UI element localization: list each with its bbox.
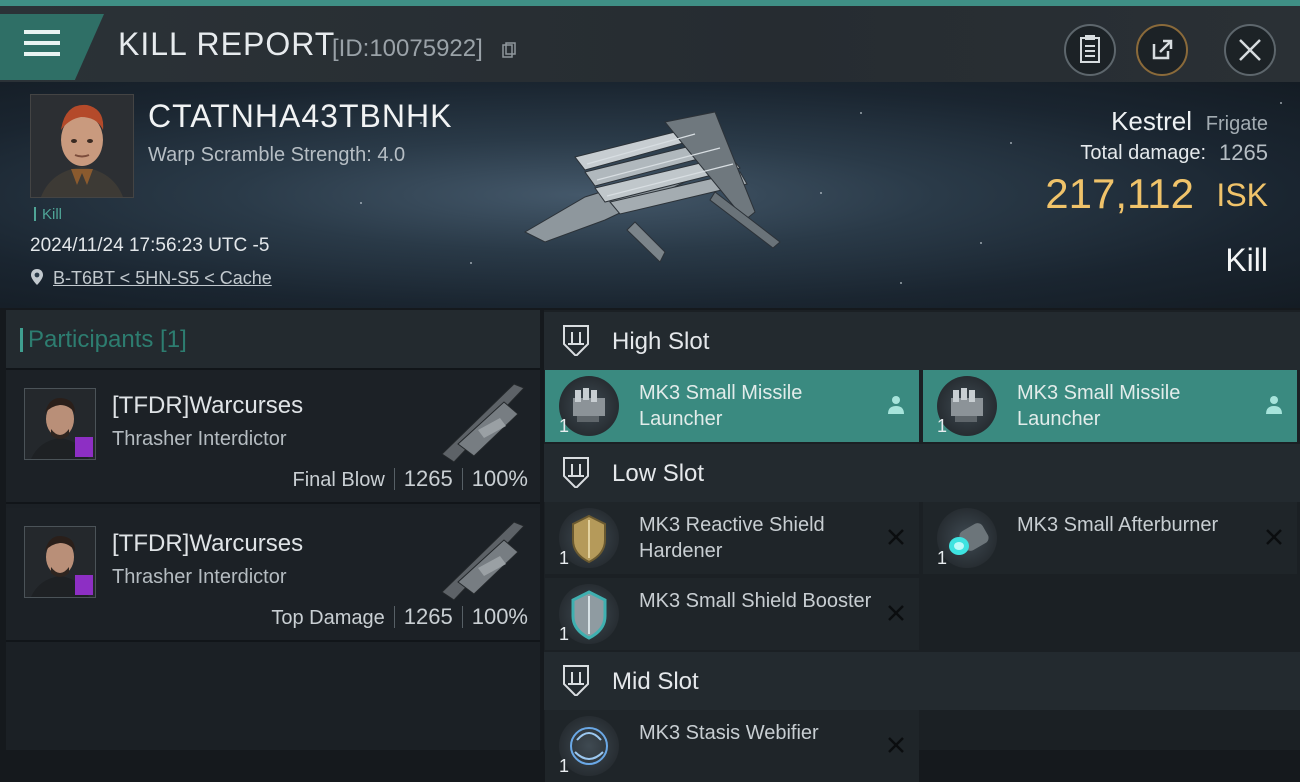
fitting-panel: High Slot 1 MK3 Small Missile Launcher 1…: [544, 310, 1300, 782]
corp-badge-icon: [75, 575, 93, 595]
menu-button[interactable]: [0, 14, 104, 80]
pilot-avatar-icon: [31, 95, 133, 197]
participant-stats: Final Blow 1265 100%: [293, 466, 529, 492]
close-button[interactable]: [1224, 24, 1276, 76]
participant-ship: Thrasher Interdictor: [112, 566, 287, 588]
participant-percent: 100%: [471, 466, 528, 491]
module-item[interactable]: 1 MK3 Small Afterburner: [923, 502, 1297, 574]
clipboard-icon: [1080, 35, 1100, 63]
location-link[interactable]: B-T6BT < 5HN-S5 < Cache: [53, 268, 272, 289]
page-title: KILL REPORT: [118, 26, 336, 62]
participant-name[interactable]: [TFDR]Warcurses: [112, 392, 303, 420]
module-item[interactable]: 1 MK3 Stasis Webifier: [545, 710, 919, 782]
module-name: MK3 Small Missile Launcher: [639, 382, 803, 430]
participant-ship: Thrasher Interdictor: [112, 428, 287, 450]
module-qty: 1: [559, 416, 570, 436]
total-damage-label: Total damage:: [1080, 142, 1206, 164]
clipboard-button[interactable]: [1064, 24, 1116, 76]
destroyed-x-icon: [888, 529, 904, 545]
participant-portrait[interactable]: [24, 526, 96, 598]
participant-damage: 1265: [403, 466, 453, 491]
participant-role: Top Damage: [271, 607, 385, 629]
victim-portrait[interactable]: [30, 94, 134, 198]
close-icon: [1239, 39, 1261, 61]
isk-value: 217,112: [1045, 170, 1194, 217]
kill-tag: Kill: [34, 206, 62, 223]
header-bar: KILL REPORT [ID:10075922]: [0, 6, 1300, 82]
share-icon: [1152, 39, 1173, 60]
mid-slot-title: Mid Slot: [612, 668, 699, 695]
shield-slot-icon: [563, 325, 589, 356]
module-qty: 1: [937, 416, 948, 436]
module-qty: 1: [559, 756, 570, 776]
destroyed-x-icon: [888, 605, 904, 621]
high-slot-title: High Slot: [612, 328, 710, 355]
participant-portrait[interactable]: [24, 388, 96, 460]
module-name: MK3 Small Shield Booster: [639, 590, 872, 612]
total-damage-value: 1265: [1219, 140, 1268, 165]
location-pin-icon: [31, 269, 43, 285]
warp-scramble-strength: Warp Scramble Strength: 4.0: [148, 144, 406, 166]
participant-role: Final Blow: [292, 469, 385, 491]
module-name: MK3 Reactive Shield Hardener: [639, 514, 825, 562]
destroyed-x-icon: [888, 737, 904, 753]
module-item[interactable]: 1 MK3 Small Missile Launcher: [545, 370, 919, 442]
module-name: MK3 Stasis Webifier: [639, 722, 819, 744]
participant-percent: 100%: [471, 604, 528, 629]
destroyed-x-icon: [1266, 529, 1282, 545]
kill-timestamp: 2024/11/24 17:56:23 UTC -5: [30, 235, 270, 256]
participant-row[interactable]: [TFDR]Warcurses Thrasher Interdictor Top…: [6, 508, 540, 642]
module-qty: 1: [559, 624, 570, 644]
participant-row[interactable]: [TFDR]Warcurses Thrasher Interdictor Fin…: [6, 370, 540, 504]
participant-damage: 1265: [403, 604, 453, 629]
module-item[interactable]: 1 MK3 Small Missile Launcher: [923, 370, 1297, 442]
participant-name[interactable]: [TFDR]Warcurses: [112, 530, 303, 558]
victim-summary: CTATNHA43TBNHK Warp Scramble Strength: 4…: [0, 82, 1300, 308]
person-icon[interactable]: [1263, 394, 1285, 416]
corp-badge-icon: [75, 437, 93, 457]
module-name: MK3 Small Missile Launcher: [1017, 382, 1181, 430]
participants-header: Participants [1]: [6, 310, 540, 370]
participant-stats: Top Damage 1265 100%: [271, 604, 528, 630]
module-item[interactable]: 1 MK3 Reactive Shield Hardener: [545, 502, 919, 574]
participants-panel: Participants [1] [TFDR]Warcurses Thrashe…: [6, 310, 540, 750]
participant-ship-image: [441, 383, 525, 463]
victim-ship-name[interactable]: Kestrel: [1111, 106, 1192, 137]
person-icon[interactable]: [885, 394, 907, 416]
victim-name[interactable]: CTATNHA43TBNHK: [148, 98, 452, 135]
isk-unit: ISK: [1216, 177, 1268, 213]
mid-slot-header: Mid Slot: [544, 652, 1300, 710]
share-button[interactable]: [1136, 24, 1188, 76]
low-slot-header: Low Slot: [544, 444, 1300, 502]
low-slot-title: Low Slot: [612, 460, 705, 487]
shield-slot-icon: [563, 457, 589, 488]
module-qty: 1: [559, 548, 570, 568]
report-id: [ID:10075922]: [332, 35, 483, 62]
module-qty: 1: [937, 548, 948, 568]
shield-slot-icon: [563, 665, 589, 696]
high-slot-header: High Slot: [544, 312, 1300, 370]
copy-icon[interactable]: [502, 42, 516, 58]
participants-title: Participants [1]: [20, 326, 187, 353]
victim-ship-image: [523, 111, 781, 263]
kill-status: Kill: [1225, 242, 1268, 278]
victim-ship-class: Frigate: [1205, 113, 1268, 135]
module-item[interactable]: 1 MK3 Small Shield Booster: [545, 578, 919, 650]
participant-ship-image: [441, 521, 525, 601]
module-name: MK3 Small Afterburner: [1017, 514, 1219, 536]
